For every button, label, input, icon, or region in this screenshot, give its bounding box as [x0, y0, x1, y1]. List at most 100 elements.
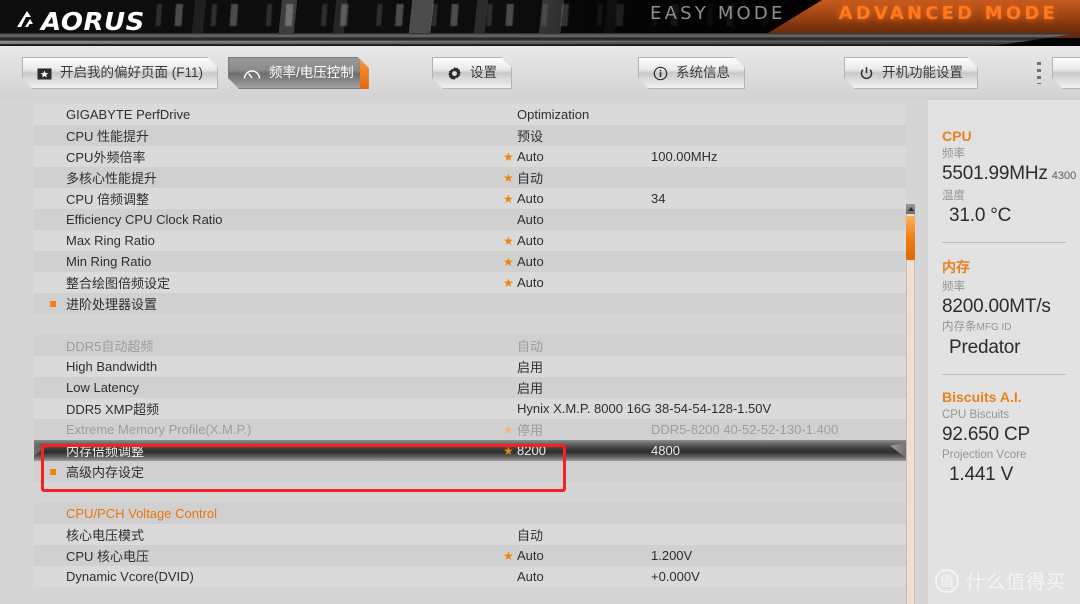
settings-row[interactable]: ★ CPU 核心电压 Auto 1.200V	[34, 545, 906, 566]
tab-boot-options-label: 开机功能设置	[882, 65, 963, 81]
settings-row-spacer	[34, 314, 906, 335]
tab-overflow-dots-icon	[1037, 62, 1041, 84]
tab-frequency-voltage-label: 频率/电压控制	[269, 65, 354, 81]
settings-row-value-secondary: DDR5-8200 40-52-52-130-1.400	[651, 422, 839, 437]
settings-row[interactable]: ★ CPU 倍频调整 Auto 34	[34, 188, 906, 209]
favorite-star-icon[interactable]: ★	[503, 188, 514, 209]
sidebar-memory-mfg-value: Predator	[949, 337, 1021, 358]
settings-row[interactable]: 进阶处理器设置	[34, 293, 906, 314]
settings-row[interactable]: GIGABYTE PerfDrive Optimization	[34, 104, 906, 125]
info-icon	[653, 66, 668, 81]
settings-row-value[interactable]: Auto	[517, 566, 544, 587]
settings-row-value[interactable]: Auto	[517, 272, 544, 293]
easy-mode-button[interactable]: EASY MODE	[650, 3, 786, 24]
settings-row-value[interactable]: 启用	[517, 356, 543, 377]
favorite-star-icon[interactable]: ★	[503, 419, 514, 440]
settings-row[interactable]: Low Latency 启用	[34, 377, 906, 398]
sidebar-memory-title: 内存	[942, 259, 970, 275]
banner-chrome-highlight	[0, 41, 1080, 44]
settings-row-value[interactable]: 自动	[517, 335, 543, 356]
settings-row-value[interactable]: 启用	[517, 377, 543, 398]
settings-row[interactable]: CPU/PCH Voltage Control	[34, 503, 906, 524]
settings-row-label: Low Latency	[66, 380, 139, 395]
scrollbar-thumb[interactable]	[906, 216, 915, 260]
tab-next-partial[interactable]	[1052, 57, 1080, 89]
settings-row[interactable]: 核心电压模式 自动	[34, 524, 906, 545]
sidebar-cpu-title: CPU	[942, 128, 972, 144]
settings-row-label: DDR5 XMP超频	[66, 402, 160, 417]
sidebar-biscuits-group: Biscuits A.I. CPU Biscuits 92.650 CP Pro…	[942, 389, 1080, 487]
settings-row-value[interactable]: Auto	[517, 146, 544, 167]
settings-list[interactable]: GIGABYTE PerfDrive Optimization CPU 性能提升 预设…	[34, 104, 906, 600]
favorite-star-icon[interactable]: ★	[503, 167, 514, 188]
settings-row[interactable]: CPU 性能提升 预设	[34, 125, 906, 146]
sidebar-memory-group: 内存 频率 8200.00MT/s 内存条MFG ID Predator	[942, 257, 1080, 360]
favorite-star-icon[interactable]: ★	[503, 272, 514, 293]
tab-settings[interactable]: 设置	[432, 57, 512, 89]
aorus-logo: AORUS	[14, 5, 144, 37]
favorite-star-icon[interactable]: ★	[503, 146, 514, 167]
settings-row-value[interactable]: 8200	[517, 440, 546, 461]
advanced-mode-button[interactable]: ADVANCED MODE	[839, 3, 1058, 24]
settings-row[interactable]: ★ 多核心性能提升 自动	[34, 167, 906, 188]
sidebar-memory-mfg-label-en: MFG ID	[976, 322, 1012, 333]
star-page-icon	[37, 67, 52, 80]
settings-row-value[interactable]: 预设	[517, 125, 543, 146]
settings-row[interactable]: ★ Min Ring Ratio Auto	[34, 251, 906, 272]
settings-row-value[interactable]: Auto	[517, 230, 544, 251]
settings-row-label: CPU外频倍率	[66, 150, 146, 165]
settings-row-value[interactable]: Auto	[517, 209, 544, 230]
favorite-star-icon[interactable]: ★	[503, 545, 514, 566]
settings-row-value-secondary: 4800	[651, 443, 680, 458]
sidebar-cpu-freq-primary: 5501.99MHz	[942, 163, 1048, 184]
favorite-star-icon[interactable]: ★	[503, 440, 514, 461]
tab-favorites[interactable]: 开启我的偏好页面 (F11)	[22, 57, 218, 89]
submenu-bullet-icon	[50, 301, 56, 307]
settings-row-label: CPU 核心电压	[66, 549, 150, 564]
scrollbar-track[interactable]	[906, 204, 915, 604]
sidebar-divider-2	[942, 374, 1066, 375]
settings-row-label: CPU 性能提升	[66, 129, 150, 144]
settings-row-label: GIGABYTE PerfDrive	[66, 107, 191, 122]
settings-row[interactable]: High Bandwidth 启用	[34, 356, 906, 377]
sidebar-cpu-freq-label: 频率	[942, 148, 965, 160]
settings-row[interactable]: ★ CPU外频倍率 Auto 100.00MHz	[34, 146, 906, 167]
settings-row[interactable]: ★ 内存倍频调整 8200 4800	[34, 440, 906, 461]
settings-row-label: Extreme Memory Profile(X.M.P.)	[66, 422, 252, 437]
sidebar-divider-1	[942, 242, 1066, 243]
settings-row-label: High Bandwidth	[66, 359, 158, 374]
settings-row-value[interactable]: 自动	[517, 524, 543, 545]
favorite-star-icon[interactable]: ★	[503, 230, 514, 251]
watermark-logo-icon: 值	[934, 568, 959, 593]
scroll-up-arrow-icon[interactable]	[906, 204, 915, 214]
tab-boot-options[interactable]: 开机功能设置	[844, 57, 978, 89]
settings-row[interactable]: DDR5 XMP超频 Hynix X.M.P. 8000 16G 38-54-54…	[34, 398, 906, 419]
settings-row-label: 核心电压模式	[66, 528, 145, 543]
settings-row-spacer	[34, 482, 906, 503]
settings-row[interactable]: ★ Max Ring Ratio Auto	[34, 230, 906, 251]
settings-row[interactable]: 高级内存设定	[34, 461, 906, 482]
settings-row-value[interactable]: Optimization	[517, 104, 589, 125]
settings-row-label: CPU/PCH Voltage Control	[66, 506, 218, 521]
settings-row-value[interactable]: Auto	[517, 188, 544, 209]
settings-row-value[interactable]: Auto	[517, 545, 544, 566]
settings-row-label: Dynamic Vcore(DVID)	[66, 569, 194, 584]
gauge-icon	[243, 67, 261, 80]
tab-system-info[interactable]: 系统信息	[638, 57, 745, 89]
settings-row-value[interactable]: Hynix X.M.P. 8000 16G 38-54-54-128-1.50V	[517, 398, 771, 419]
sidebar-cpu-temp-label: 温度	[942, 190, 965, 202]
settings-row[interactable]: ★ Extreme Memory Profile(X.M.P.) 停用 DDR5-82…	[34, 419, 906, 440]
settings-row[interactable]: ★ 整合绘图倍频设定 Auto	[34, 272, 906, 293]
settings-row-value[interactable]: Auto	[517, 251, 544, 272]
sidebar-biscuits-cpu-value: 92.650 CP	[942, 424, 1030, 445]
settings-row[interactable]: Dynamic Vcore(DVID) Auto +0.000V	[34, 566, 906, 587]
sidebar-biscuits-vcore-label: Projection Vcore	[942, 449, 1027, 461]
favorite-star-icon[interactable]: ★	[503, 251, 514, 272]
settings-row-label: 内存倍频调整	[66, 444, 145, 459]
settings-row-value[interactable]: 停用	[517, 419, 543, 440]
settings-row[interactable]: DDR5自动超频 自动	[34, 335, 906, 356]
settings-row[interactable]: Efficiency CPU Clock Ratio Auto	[34, 209, 906, 230]
tab-frequency-voltage[interactable]: 频率/电压控制	[228, 57, 369, 89]
sidebar-memory-mfg-label: 内存条MFG ID	[942, 319, 1080, 336]
settings-row-value[interactable]: 自动	[517, 167, 543, 188]
